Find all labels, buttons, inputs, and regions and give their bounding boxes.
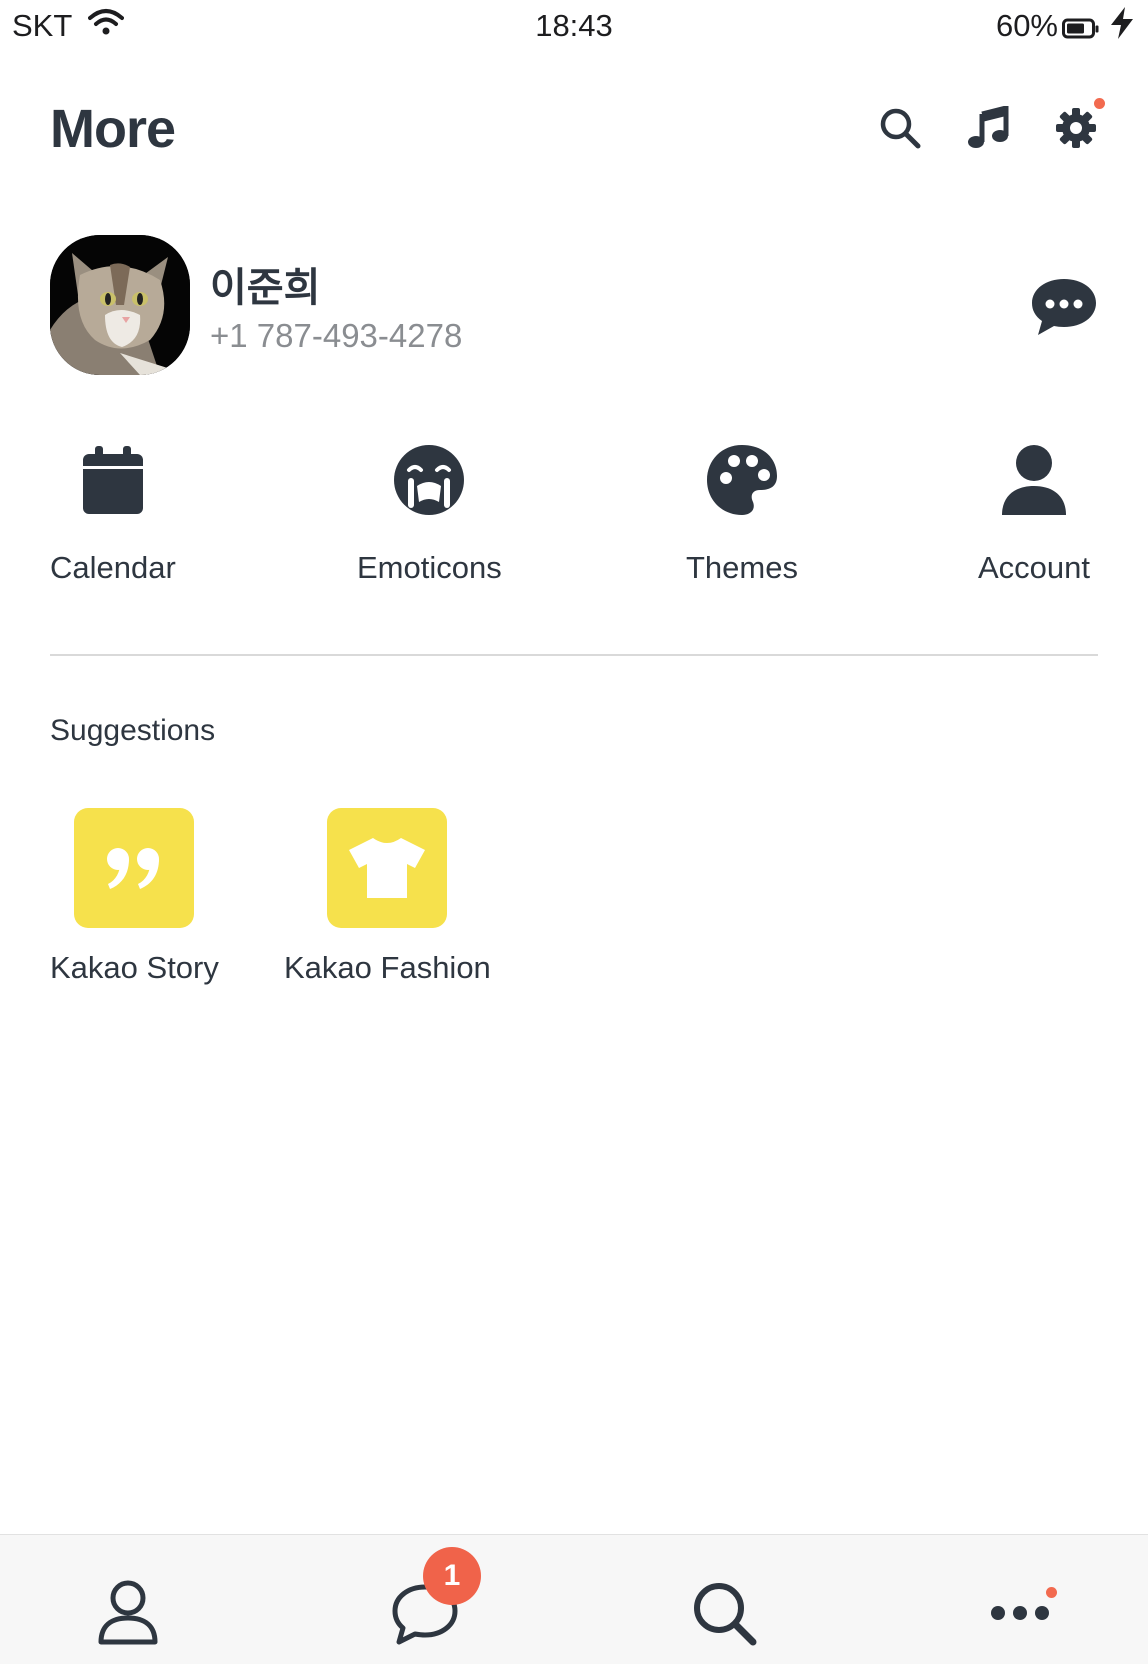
person-outline-icon: [98, 1580, 158, 1645]
calendar-icon: [73, 440, 153, 520]
chats-badge: 1: [423, 1547, 481, 1605]
search-icon: [694, 1583, 757, 1646]
emoticon-icon: [389, 440, 469, 520]
notification-dot: [1046, 1587, 1057, 1598]
chat-bubble-icon[interactable]: [1030, 277, 1098, 337]
chats-tab[interactable]: 1: [385, 1547, 481, 1653]
clock: 18:43: [535, 8, 613, 43]
suggestion-kakao-story[interactable]: Kakao Story: [50, 808, 219, 986]
suggestion-kakao-fashion[interactable]: Kakao Fashion: [284, 808, 491, 986]
battery-percent: 60%: [995, 8, 1058, 43]
shortcut-label: Calendar: [50, 550, 176, 585]
page-title: More: [50, 99, 176, 159]
shortcut-row: Calendar Emoticons Themes Account: [50, 440, 1098, 590]
settings-icon[interactable]: [1052, 98, 1105, 152]
shortcut-emoticons[interactable]: Emoticons: [357, 440, 502, 586]
profile-phone: +1 787-493-4278: [210, 317, 463, 354]
quote-icon: [74, 808, 195, 928]
shortcut-label: Emoticons: [357, 550, 502, 585]
shortcut-account[interactable]: Account: [978, 440, 1090, 586]
charging-icon: [1108, 6, 1136, 48]
shortcut-calendar[interactable]: Calendar: [50, 440, 176, 586]
profile-name: 이준희: [210, 266, 321, 310]
tab-bar: 1: [0, 1534, 1148, 1664]
more-dots-icon: [991, 1606, 1049, 1620]
palette-icon: [702, 440, 782, 520]
status-bar: SKT 18:43 60%: [0, 0, 1148, 50]
shortcut-themes[interactable]: Themes: [686, 440, 798, 586]
divider: [50, 654, 1098, 656]
tshirt-icon: [327, 808, 448, 928]
music-icon[interactable]: [964, 104, 1012, 152]
suggestion-label: Kakao Story: [50, 950, 219, 985]
header-actions: [876, 98, 1105, 152]
notification-dot: [1094, 98, 1105, 109]
friends-tab[interactable]: [88, 1573, 168, 1653]
shortcut-label: Themes: [686, 550, 798, 585]
profile-card[interactable]: 이준희 +1 787-493-4278: [50, 235, 1098, 375]
avatar[interactable]: [50, 235, 190, 375]
search-icon[interactable]: [876, 104, 924, 152]
shortcut-label: Account: [978, 550, 1091, 585]
suggestion-label: Kakao Fashion: [284, 950, 491, 985]
suggestions-title: Suggestions: [50, 714, 216, 747]
more-tab[interactable]: [980, 1573, 1060, 1653]
person-icon: [994, 440, 1074, 520]
search-tab[interactable]: [684, 1573, 764, 1653]
battery-icon: [1062, 12, 1100, 48]
